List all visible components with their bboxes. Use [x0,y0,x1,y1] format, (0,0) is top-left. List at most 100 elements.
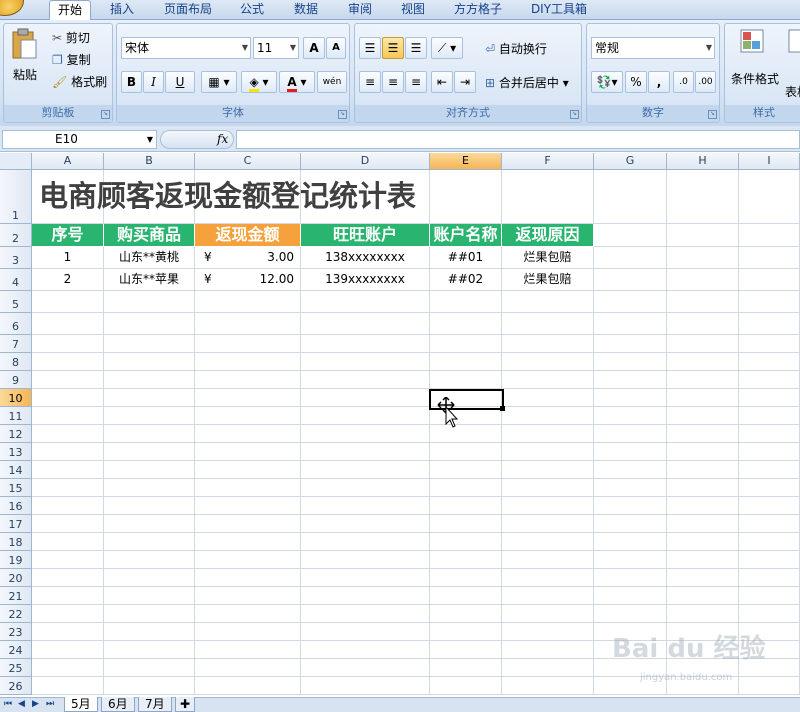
grid-cell[interactable] [32,569,104,587]
grid-cell[interactable] [32,533,104,551]
cell-wangwang[interactable]: 139xxxxxxxx [301,269,430,291]
grid-cell[interactable] [104,443,195,461]
grid-cell[interactable] [667,479,739,497]
first-sheet-icon[interactable]: ⏮ [4,699,12,709]
decrease-indent-button[interactable]: ⇤ [431,71,453,93]
grid-cell[interactable] [594,605,667,623]
grid-cell[interactable] [32,659,104,677]
row-header-19[interactable]: 19 [0,551,32,569]
grid-cell[interactable] [594,425,667,443]
grid-cell[interactable] [195,515,301,533]
grid-cell[interactable] [667,425,739,443]
align-bottom-button[interactable]: ☰ [405,37,427,59]
grid-cell[interactable] [104,641,195,659]
row-header-26[interactable]: 26 [0,677,32,695]
grid-cell[interactable] [502,371,594,389]
grow-font-button[interactable]: A [303,37,325,59]
wrap-text-button[interactable]: ⏎ 自动换行 [485,40,547,57]
grid-cell[interactable] [430,461,502,479]
grid-cell[interactable] [594,291,667,313]
grid-cell[interactable] [430,659,502,677]
grid-cell[interactable] [104,569,195,587]
grid-cell[interactable] [502,313,594,335]
grid-cell[interactable] [667,170,739,224]
cell-amount[interactable]: ¥3.00 [195,247,301,269]
grid-cell[interactable] [739,479,800,497]
merge-center-button[interactable]: ⊞ 合并后居中 ▾ [485,74,569,91]
grid-cell[interactable] [430,623,502,641]
increase-decimal-button[interactable]: .0 [673,71,694,93]
row-header-10[interactable]: 10 [0,389,32,407]
grid-cell[interactable] [301,335,430,353]
orientation-button[interactable]: ⟋ ▾ [431,37,463,59]
grid-cell[interactable] [195,335,301,353]
grid-cell[interactable] [502,335,594,353]
grid-cell[interactable] [430,587,502,605]
row-header-11[interactable]: 11 [0,407,32,425]
grid-cell[interactable] [301,569,430,587]
grid-cell[interactable] [32,641,104,659]
grid-cell[interactable] [430,335,502,353]
grid-cell[interactable] [195,533,301,551]
last-sheet-icon[interactable]: ⏭ [46,699,54,709]
grid-cell[interactable] [502,551,594,569]
grid-cell[interactable] [301,515,430,533]
grid-cell[interactable] [502,533,594,551]
cell-wangwang[interactable]: 138xxxxxxxx [301,247,430,269]
tab-insert[interactable]: 插入 [102,0,142,20]
grid-cell[interactable] [502,677,594,695]
font-launcher-icon[interactable]: ↘ [338,110,347,119]
grid-cell[interactable] [430,371,502,389]
grid-cell[interactable] [594,569,667,587]
align-middle-button[interactable]: ☰ [382,37,404,59]
grid-cell[interactable] [301,313,430,335]
grid-cell[interactable] [195,291,301,313]
font-color-button[interactable]: A ▾ [279,71,315,93]
grid-cell[interactable] [301,587,430,605]
select-all-corner[interactable] [0,153,32,170]
grid-cell[interactable] [502,569,594,587]
grid-cell[interactable] [104,425,195,443]
grid-cell[interactable] [104,515,195,533]
header-no[interactable]: 序号 [32,224,104,247]
row-header-18[interactable]: 18 [0,533,32,551]
align-right-button[interactable]: ≡ [405,71,427,93]
row-header-25[interactable]: 25 [0,659,32,677]
grid-cell[interactable] [594,269,667,291]
number-format-combo[interactable]: 常规 ▼ [591,37,715,59]
row-header-20[interactable]: 20 [0,569,32,587]
grid-cell[interactable] [594,170,667,224]
sheet-tab-july[interactable]: 7月 [138,697,172,712]
grid-cell[interactable] [502,605,594,623]
row-header-16[interactable]: 16 [0,497,32,515]
grid-cell[interactable] [32,587,104,605]
header-reason[interactable]: 返现原因 [502,224,594,247]
grid-cell[interactable] [739,371,800,389]
name-box[interactable]: E10 ▼ [2,130,157,149]
copy-button[interactable]: ❐ 复制 [52,51,91,68]
grid-cell[interactable] [430,515,502,533]
grid-cell[interactable] [739,425,800,443]
grid-cell[interactable] [502,461,594,479]
column-header-b[interactable]: B [104,153,195,170]
grid-cell[interactable] [104,407,195,425]
tab-diy-toolbox[interactable]: DIY工具箱 [525,0,593,20]
grid-cell[interactable] [739,291,800,313]
grid-cell[interactable] [594,313,667,335]
cell-reason[interactable]: 烂果包赔 [502,247,594,269]
grid-cell[interactable] [739,170,800,224]
grid-cell[interactable] [502,407,594,425]
grid-cell[interactable] [195,407,301,425]
tab-home[interactable]: 开始 [49,0,91,21]
row-header-15[interactable]: 15 [0,479,32,497]
grid-cell[interactable] [195,659,301,677]
grid-cell[interactable] [667,247,739,269]
align-center-button[interactable]: ≡ [382,71,404,93]
cell-reason[interactable]: 烂果包赔 [502,269,594,291]
grid-cell[interactable] [739,443,800,461]
grid-cell[interactable] [430,291,502,313]
grid-cell[interactable] [739,533,800,551]
grid-cell[interactable] [594,335,667,353]
grid-cell[interactable] [594,461,667,479]
header-cashback-amount[interactable]: 返现金额 [195,224,301,247]
